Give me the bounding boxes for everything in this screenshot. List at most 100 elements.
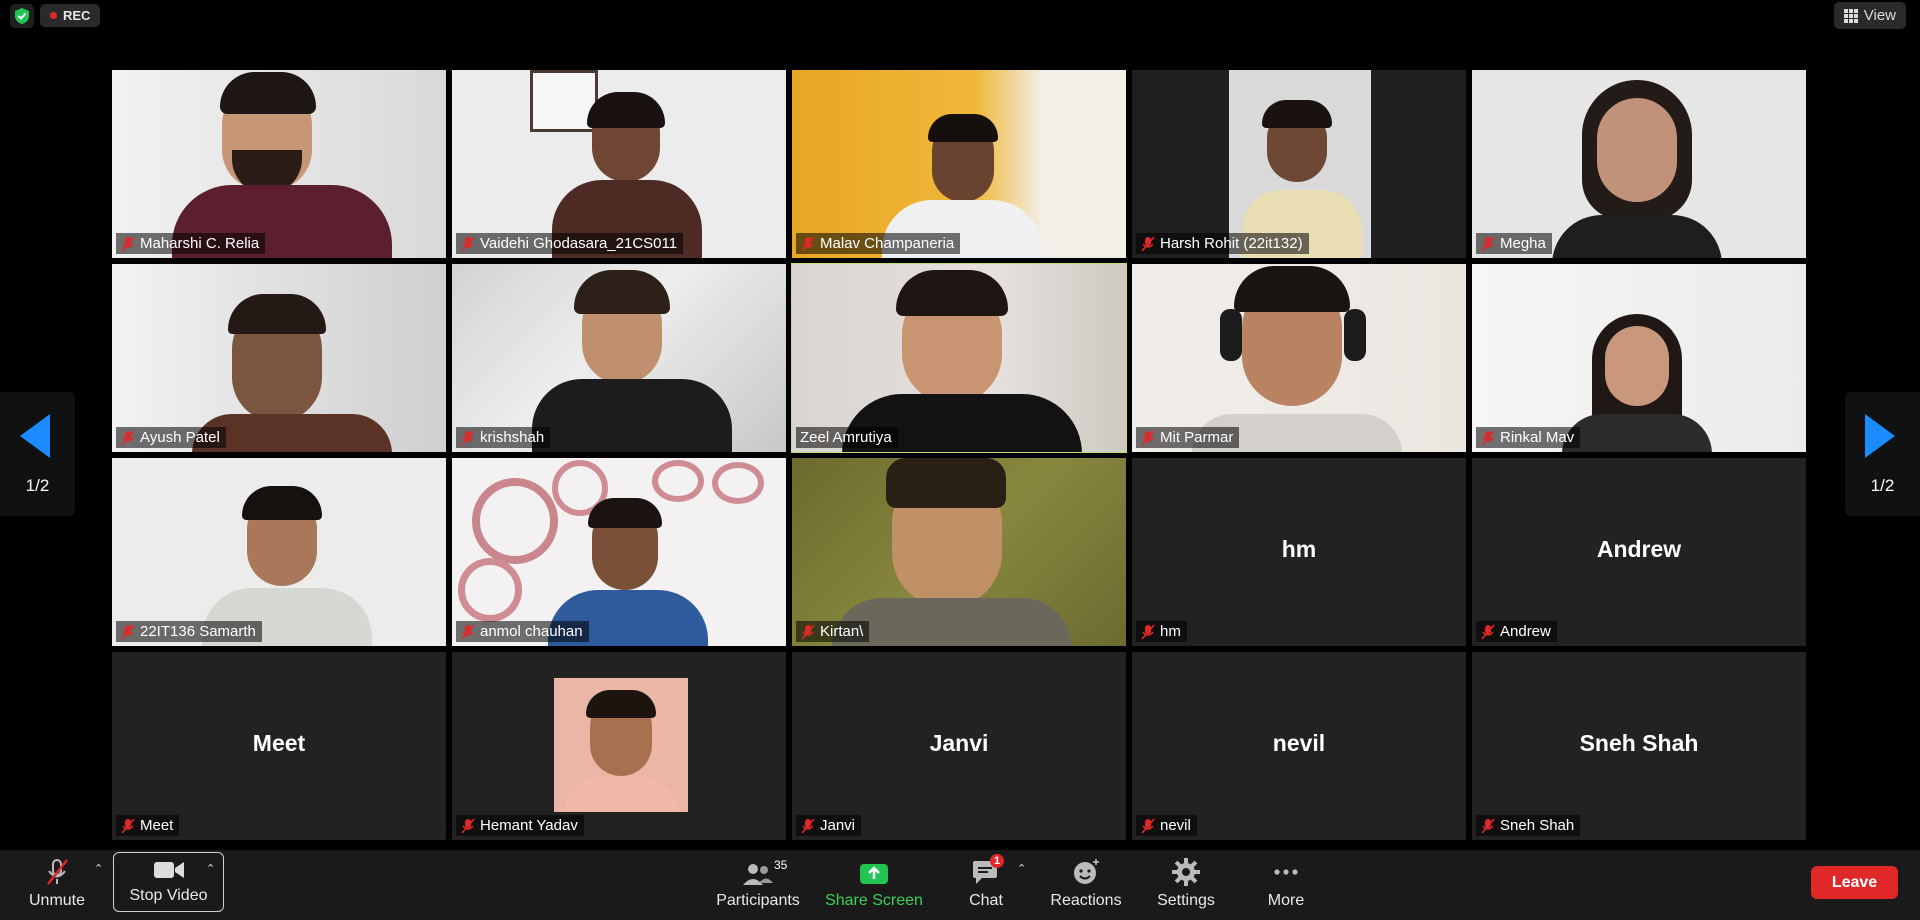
participant-nametag: 22IT136 Samarth [116, 621, 262, 642]
view-button[interactable]: View [1833, 2, 1906, 29]
recording-indicator[interactable]: REC [40, 4, 101, 27]
participant-tile-no-video[interactable]: Janvi Janvi [792, 652, 1126, 840]
participant-nametag: nevil [1136, 815, 1197, 836]
participant-tile[interactable]: Kirtan\ [792, 458, 1126, 646]
page-indicator: 1/2 [25, 476, 50, 495]
participant-tile-profile-photo[interactable]: Hemant Yadav [452, 652, 786, 840]
participant-name: 22IT136 Samarth [140, 623, 256, 640]
arrow-right-icon [1865, 414, 1895, 458]
muted-mic-icon [461, 429, 475, 446]
unmute-label: Unmute [28, 892, 86, 909]
participant-tile[interactable]: Harsh Rohit (22it132) [1132, 70, 1466, 258]
settings-button[interactable]: Settings [1150, 850, 1222, 920]
muted-mic-icon [801, 817, 815, 834]
participant-tile[interactable]: Ayush Patel [112, 264, 446, 452]
muted-mic-icon [461, 623, 475, 640]
participant-display-name: hm [1281, 536, 1317, 562]
next-page-button[interactable]: 1/2 [1845, 392, 1920, 516]
participant-name: Ayush Patel [140, 429, 220, 446]
reactions-button[interactable]: Reactions [1046, 850, 1126, 920]
participant-tile[interactable]: krishshah [452, 264, 786, 452]
muted-mic-icon [461, 817, 475, 834]
chat-options-chevron-icon[interactable]: ⌃ [1017, 862, 1026, 875]
top-bar: REC View [0, 0, 1920, 32]
unmute-button[interactable]: Unmute [20, 850, 94, 920]
participant-tile-no-video[interactable]: hm hm [1132, 458, 1466, 646]
recording-label: REC [63, 8, 91, 23]
participant-name: hm [1160, 623, 1181, 640]
participants-icon [743, 864, 773, 885]
gear-icon [1172, 858, 1200, 886]
share-screen-button[interactable]: Share Screen [824, 850, 924, 920]
participant-tile[interactable]: Vaidehi Ghodasara_21CS011 [452, 70, 786, 258]
participant-tile[interactable]: 22IT136 Samarth [112, 458, 446, 646]
participant-nametag: Harsh Rohit (22it132) [1136, 233, 1309, 254]
view-label: View [1863, 7, 1896, 24]
participant-tile[interactable]: Megha [1472, 70, 1806, 258]
participant-tile[interactable]: Malav Champaneria [792, 70, 1126, 258]
participant-tile[interactable]: Mit Parmar [1132, 264, 1466, 452]
participant-name: Janvi [820, 817, 856, 834]
previous-page-button[interactable]: 1/2 [0, 392, 75, 516]
participant-nametag: Maharshi C. Relia [116, 233, 266, 254]
participant-tile[interactable]: Maharshi C. Relia [112, 70, 446, 258]
participant-name: Malav Champaneria [820, 235, 955, 252]
participant-nametag: krishshah [456, 427, 551, 448]
participant-display-name: Sneh Shah [1579, 730, 1699, 756]
participant-tile[interactable]: anmol chauhan [452, 458, 786, 646]
participant-name: Sneh Shah [1500, 817, 1575, 834]
participant-tile-no-video[interactable]: Andrew Andrew [1472, 458, 1806, 646]
video-options-chevron-icon[interactable]: ⌃ [206, 862, 215, 875]
muted-mic-icon [121, 623, 135, 640]
stop-video-label: Stop Video [129, 887, 208, 904]
participant-nametag: hm [1136, 621, 1187, 642]
participants-count: 35 [774, 858, 788, 872]
participant-display-name: Andrew [1596, 536, 1682, 562]
chat-button[interactable]: Chat [956, 850, 1016, 920]
participant-tile-active-speaker[interactable]: Zeel Amrutiya [791, 263, 1127, 453]
settings-label: Settings [1157, 892, 1215, 909]
participant-name: Zeel Amrutiya [800, 429, 892, 446]
participant-nametag: Vaidehi Ghodasara_21CS011 [456, 233, 684, 254]
participant-tile-no-video[interactable]: Meet Meet [112, 652, 446, 840]
participant-nametag: Mit Parmar [1136, 427, 1240, 448]
participants-button[interactable]: Participants [712, 850, 804, 920]
video-gallery: Maharshi C. Relia Vaidehi Ghodasara_21CS… [112, 70, 1808, 840]
participant-name: Maharshi C. Relia [140, 235, 260, 252]
participant-nametag: Megha [1476, 233, 1552, 254]
muted-mic-icon [1481, 235, 1495, 252]
participant-tile[interactable]: Rinkal Mav [1472, 264, 1806, 452]
participant-name: anmol chauhan [480, 623, 583, 640]
participant-nametag: Malav Champaneria [796, 233, 961, 254]
participant-display-name: nevil [1272, 730, 1326, 756]
leave-button[interactable]: Leave [1811, 866, 1898, 899]
more-label: More [1267, 892, 1305, 909]
audio-options-chevron-icon[interactable]: ⌃ [94, 862, 103, 875]
participant-nametag: Janvi [796, 815, 862, 836]
participant-name: Hemant Yadav [480, 817, 578, 834]
muted-mic-icon [1481, 817, 1495, 834]
participant-nametag: Hemant Yadav [456, 815, 584, 836]
participant-name: Vaidehi Ghodasara_21CS011 [480, 235, 678, 252]
muted-mic-icon [1481, 429, 1495, 446]
participant-name: Kirtan\ [820, 623, 864, 640]
muted-mic-icon [801, 235, 815, 252]
muted-mic-icon [1141, 429, 1155, 446]
stop-video-button[interactable]: Stop Video [113, 852, 224, 912]
participants-label: Participants [716, 892, 800, 909]
more-ellipsis-icon [1274, 869, 1298, 875]
profile-photo [554, 678, 688, 812]
participant-name: Harsh Rohit (22it132) [1160, 235, 1303, 252]
participant-nametag: Ayush Patel [116, 427, 226, 448]
participant-nametag: anmol chauhan [456, 621, 589, 642]
more-button[interactable]: More [1256, 850, 1316, 920]
participant-tile-no-video[interactable]: Sneh Shah Sneh Shah [1472, 652, 1806, 840]
participant-name: Rinkal Mav [1500, 429, 1575, 446]
muted-mic-icon [121, 429, 135, 446]
muted-microphone-icon [47, 859, 68, 885]
participant-nametag: Andrew [1476, 621, 1557, 642]
security-shield-icon[interactable] [10, 4, 34, 28]
participant-tile-no-video[interactable]: nevil nevil [1132, 652, 1466, 840]
muted-mic-icon [1481, 623, 1495, 640]
participant-name: Mit Parmar [1160, 429, 1234, 446]
